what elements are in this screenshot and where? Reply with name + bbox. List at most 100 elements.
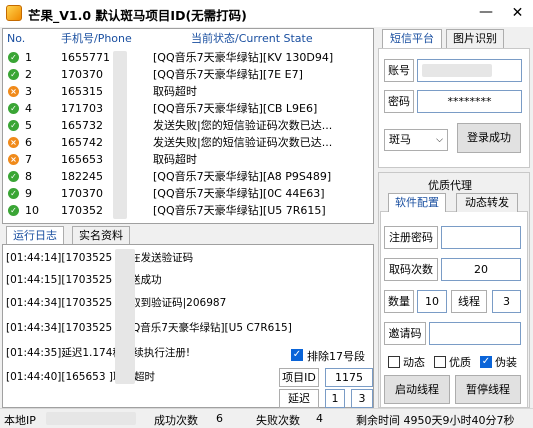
row-number: 2 xyxy=(25,68,32,81)
row-state: 发送失败|您的短信验证码次数已达... xyxy=(153,136,333,149)
local-ip-label: 本地IP xyxy=(4,414,36,427)
row-number: 9 xyxy=(25,187,32,200)
check-circle-icon: ✓ xyxy=(8,103,19,114)
delay-min-input[interactable]: 1 xyxy=(325,389,345,408)
tab-realname-info[interactable]: 实名资料 xyxy=(72,226,130,245)
privacy-blur xyxy=(113,51,127,219)
platform-selected-value: 斑马 xyxy=(389,133,411,146)
column-header-phone[interactable]: 手机号/Phone xyxy=(61,29,132,49)
check-circle-icon: ✓ xyxy=(8,120,19,131)
fail-count-label: 失败次数 xyxy=(256,414,300,427)
column-header-state[interactable]: 当前状态/Current State xyxy=(191,29,313,49)
pause-thread-button[interactable]: 暂停线程 xyxy=(455,375,521,404)
start-thread-button[interactable]: 启动线程 xyxy=(384,375,450,404)
check-circle-icon: ✓ xyxy=(8,52,19,63)
list-row[interactable]: ✓ 2 170370 [QQ音乐7天豪华绿钻][7E E7] xyxy=(3,67,373,83)
list-row[interactable]: ✓ 4 171703 [QQ音乐7天豪华绿钻][CB L9E6] xyxy=(3,101,373,117)
register-password-label: 注册密码 xyxy=(384,226,438,249)
project-id-input[interactable]: 1175 xyxy=(325,368,373,387)
window-title: 芒果_V1.0 默认斑马项目ID(无需打码) xyxy=(28,8,247,23)
list-row[interactable]: ✓ 9 170370 [QQ音乐7天豪华绿钻][0C 44E63] xyxy=(3,186,373,202)
row-state: [QQ音乐7天豪华绿钻][KV 130D94] xyxy=(153,51,334,64)
tab-image-recognition[interactable]: 图片识别 xyxy=(446,29,504,48)
row-number: 8 xyxy=(25,170,32,183)
row-number: 4 xyxy=(25,102,32,115)
row-number: 1 xyxy=(25,51,32,64)
quality-checkbox[interactable] xyxy=(434,356,446,368)
password-label: 密码 xyxy=(384,90,414,113)
log-line: [01:44:15][1703525 ]发送成功 xyxy=(6,274,162,286)
list-row[interactable]: × 7 165653 取码超时 xyxy=(3,152,373,168)
list-row[interactable]: ✓ 1 1655771 [QQ音乐7天豪华绿钻][KV 130D94] xyxy=(3,50,373,66)
account-label: 账号 xyxy=(384,59,414,82)
row-number: 10 xyxy=(25,204,39,217)
account-input[interactable] xyxy=(417,59,522,82)
minimize-button[interactable]: — xyxy=(472,0,500,27)
delay-max-input[interactable]: 3 xyxy=(351,389,373,408)
check-circle-icon: ✓ xyxy=(8,69,19,80)
column-header-no[interactable]: No. xyxy=(7,29,25,49)
list-row[interactable]: ✓ 8 182245 [QQ音乐7天豪华绿钻][A8 P9S489] xyxy=(3,169,373,185)
log-line: [01:44:34][1703525 ][QQ音乐7天豪华绿钻][U5 C7R6… xyxy=(6,322,292,334)
row-state: [QQ音乐7天豪华绿钻][A8 P9S489] xyxy=(153,170,332,183)
log-line: [01:44:14][1703525 ]正在发送验证码 xyxy=(6,252,194,264)
run-log[interactable]: [01:44:14][1703525 ]正在发送验证码 [01:44:15][1… xyxy=(2,244,374,408)
quality-proxy-title: 优质代理 xyxy=(428,179,472,192)
register-password-input[interactable] xyxy=(441,226,521,249)
check-circle-icon: ✓ xyxy=(8,171,19,182)
tab-dynamic-forward[interactable]: 动态转发 xyxy=(456,193,518,212)
privacy-blur xyxy=(46,412,136,425)
fetch-count-input[interactable]: 20 xyxy=(441,258,521,281)
fake-label: 伪装 xyxy=(495,356,517,369)
row-state: [QQ音乐7天豪华绿钻][U5 7R615] xyxy=(153,204,326,217)
quantity-input[interactable]: 10 xyxy=(417,290,447,313)
privacy-blur xyxy=(115,249,135,384)
row-state: 发送失败|您的短信验证码次数已达... xyxy=(153,119,333,132)
row-state: [QQ音乐7天豪华绿钻][CB L9E6] xyxy=(153,102,318,115)
invite-code-label: 邀请码 xyxy=(384,322,426,345)
list-row[interactable]: ✓ 10 170352 [QQ音乐7天豪华绿钻][U5 7R615] xyxy=(3,203,373,219)
status-bar: 本地IP 成功次数 6 失败次数 4 剩余时间 4950天9小时40分7秒 xyxy=(0,408,533,428)
thread-input[interactable]: 3 xyxy=(492,290,521,313)
project-id-label: 项目ID xyxy=(279,368,319,387)
dynamic-label: 动态 xyxy=(403,356,425,369)
tab-software-config[interactable]: 软件配置 xyxy=(388,193,446,212)
list-row[interactable]: × 6 165742 发送失败|您的短信验证码次数已达... xyxy=(3,135,373,151)
row-number: 5 xyxy=(25,119,32,132)
log-line: [01:44:35]延迟1.174秒继续执行注册! xyxy=(6,347,191,359)
row-state: [QQ音乐7天豪华绿钻][7E E7] xyxy=(153,68,303,81)
exclude-17-checkbox[interactable]: ✓ xyxy=(291,349,303,361)
platform-select[interactable]: 斑马 ⌵ xyxy=(384,129,448,151)
fake-checkbox[interactable]: ✓ xyxy=(480,356,492,368)
quality-label: 优质 xyxy=(449,356,471,369)
fail-count-value: 4 xyxy=(316,412,323,425)
quantity-label: 数量 xyxy=(384,290,414,313)
dynamic-checkbox[interactable] xyxy=(388,356,400,368)
check-circle-icon: ✓ xyxy=(8,188,19,199)
error-circle-icon: × xyxy=(8,154,19,165)
check-circle-icon: ✓ xyxy=(8,205,19,216)
list-row[interactable]: ✓ 5 165732 发送失败|您的短信验证码次数已达... xyxy=(3,118,373,134)
close-button[interactable]: ✕ xyxy=(502,0,533,27)
row-state: [QQ音乐7天豪华绿钻][0C 44E63] xyxy=(153,187,325,200)
title-bar: 芒果_V1.0 默认斑马项目ID(无需打码) — ✕ xyxy=(0,0,533,27)
login-button[interactable]: 登录成功 xyxy=(457,123,521,153)
app-logo-icon xyxy=(6,5,22,21)
remaining-time: 剩余时间 4950天9小时40分7秒 xyxy=(356,414,515,427)
password-input[interactable]: ******** xyxy=(417,90,522,113)
success-count-label: 成功次数 xyxy=(154,414,198,427)
privacy-blur xyxy=(422,64,492,77)
delay-label: 延迟 xyxy=(279,389,319,408)
row-number: 6 xyxy=(25,136,32,149)
error-circle-icon: × xyxy=(8,86,19,97)
fetch-count-label: 取码次数 xyxy=(384,258,438,281)
invite-code-input[interactable] xyxy=(429,322,521,345)
tab-sms-platform[interactable]: 短信平台 xyxy=(382,29,442,48)
list-row[interactable]: × 3 165315 取码超时 xyxy=(3,84,373,100)
row-state: 取码超时 xyxy=(153,85,197,98)
success-count-value: 6 xyxy=(216,412,223,425)
phone-list[interactable]: No. 手机号/Phone 当前状态/Current State ✓ 1 16557… xyxy=(2,28,374,224)
chevron-down-icon: ⌵ xyxy=(436,135,443,145)
tab-run-log[interactable]: 运行日志 xyxy=(6,226,64,245)
exclude-17-label: 排除17号段 xyxy=(307,350,365,363)
